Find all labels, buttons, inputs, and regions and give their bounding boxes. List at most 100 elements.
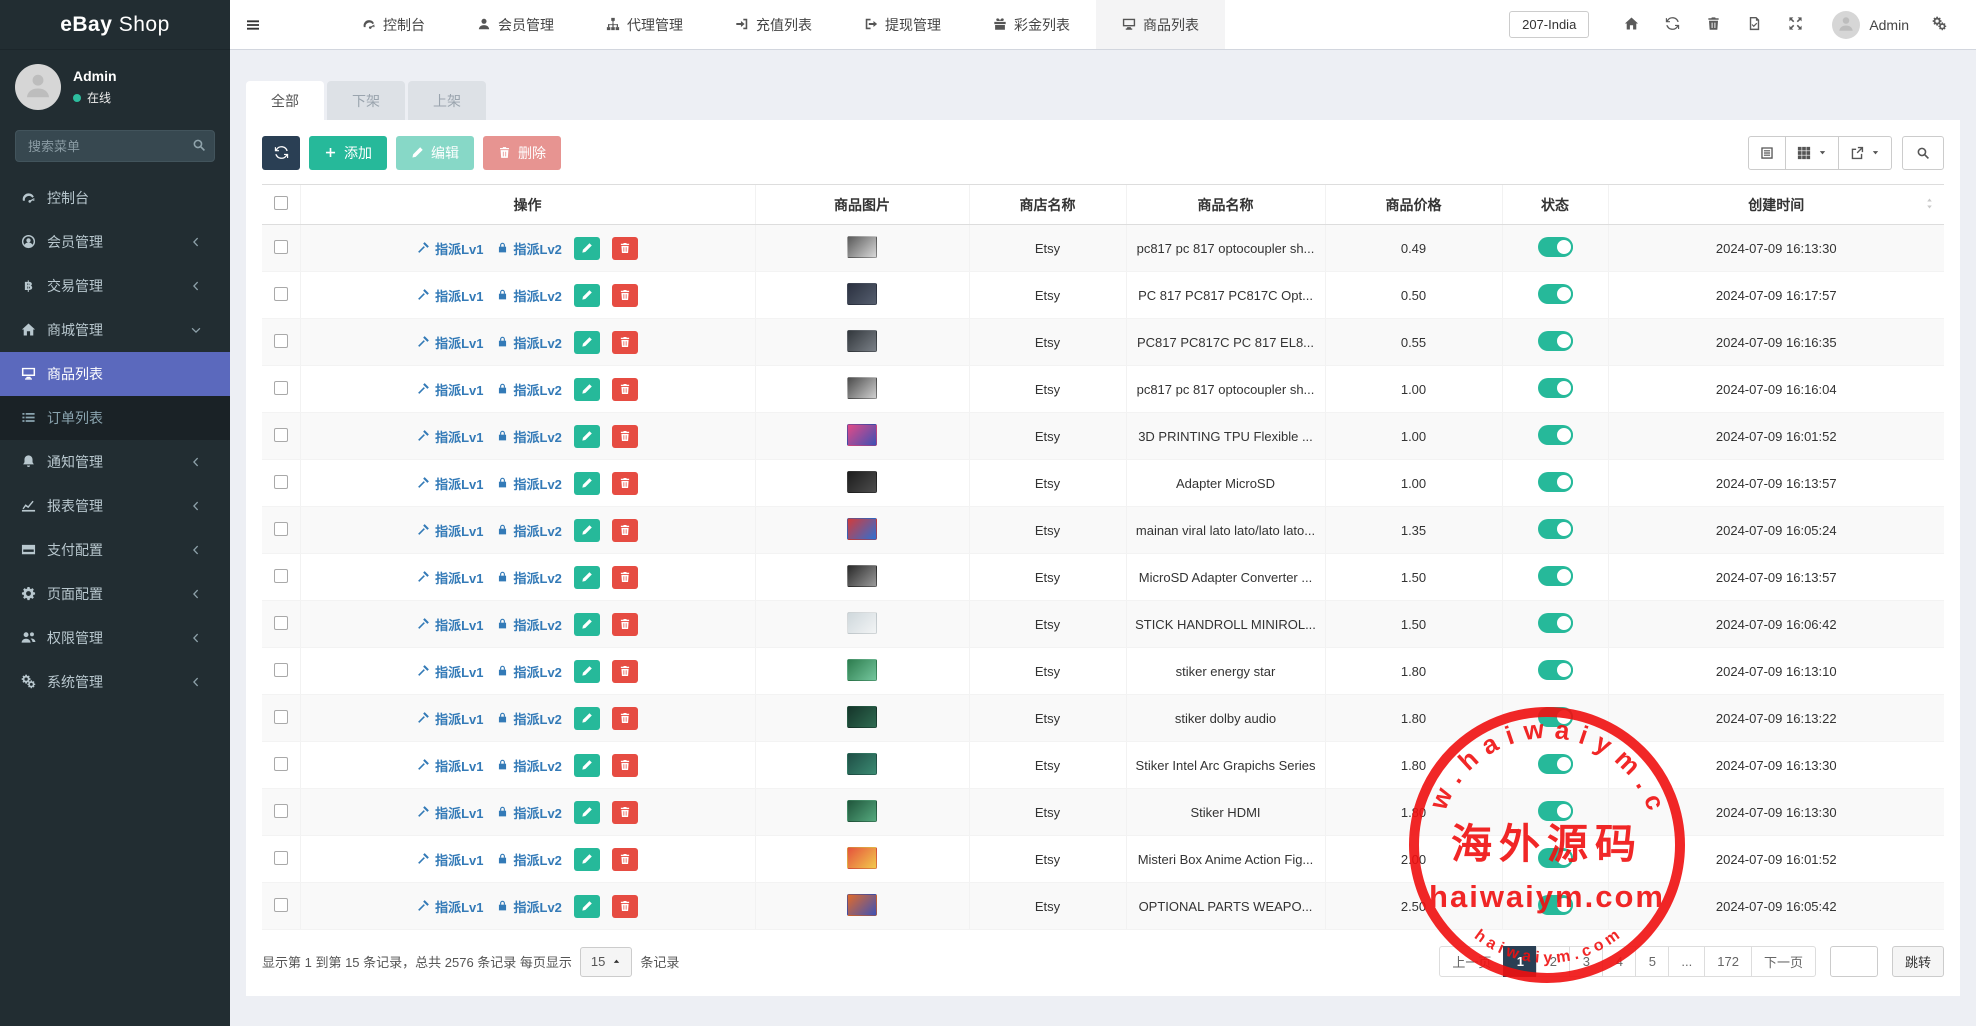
- page-button-8[interactable]: 下一页: [1751, 946, 1816, 977]
- sidebar-item-4[interactable]: 商品列表: [0, 352, 230, 396]
- sidebar-item-11[interactable]: 系统管理: [0, 660, 230, 704]
- sidebar-item-8[interactable]: 支付配置: [0, 528, 230, 572]
- topnav-item-0[interactable]: 控制台: [336, 0, 451, 49]
- row-edit-button[interactable]: [574, 895, 600, 918]
- assign-lv1-link[interactable]: 指派Lv1: [417, 756, 483, 775]
- row-checkbox[interactable]: [274, 569, 288, 583]
- row-edit-button[interactable]: [574, 754, 600, 777]
- product-thumbnail[interactable]: [847, 236, 877, 258]
- sidebar-item-7[interactable]: 报表管理: [0, 484, 230, 528]
- status-toggle[interactable]: [1538, 378, 1573, 398]
- row-delete-button[interactable]: [612, 895, 638, 918]
- row-checkbox[interactable]: [274, 522, 288, 536]
- sidebar-item-2[interactable]: ฿交易管理: [0, 264, 230, 308]
- sidebar-toggle-button[interactable]: [230, 0, 276, 49]
- assign-lv1-link[interactable]: 指派Lv1: [417, 662, 483, 681]
- assign-lv1-link[interactable]: 指派Lv1: [417, 380, 483, 399]
- edit-button[interactable]: 编辑: [396, 136, 474, 170]
- row-edit-button[interactable]: [574, 237, 600, 260]
- assign-lv1-link[interactable]: 指派Lv1: [417, 850, 483, 869]
- row-delete-button[interactable]: [612, 425, 638, 448]
- row-edit-button[interactable]: [574, 519, 600, 542]
- product-thumbnail[interactable]: [847, 894, 877, 916]
- columns-button[interactable]: [1786, 136, 1839, 170]
- product-thumbnail[interactable]: [847, 518, 877, 540]
- export-button[interactable]: [1839, 136, 1892, 170]
- product-thumbnail[interactable]: [847, 847, 877, 869]
- row-edit-button[interactable]: [574, 472, 600, 495]
- product-thumbnail[interactable]: [847, 424, 877, 446]
- assign-lv1-link[interactable]: 指派Lv1: [417, 709, 483, 728]
- status-toggle[interactable]: [1538, 519, 1573, 539]
- page-button-5[interactable]: 5: [1635, 946, 1669, 977]
- refresh-button[interactable]: [262, 136, 300, 170]
- row-edit-button[interactable]: [574, 378, 600, 401]
- page-button-6[interactable]: ...: [1668, 946, 1705, 977]
- topnav-item-2[interactable]: 代理管理: [580, 0, 709, 49]
- select-all-checkbox[interactable]: [274, 196, 288, 210]
- row-delete-button[interactable]: [612, 707, 638, 730]
- row-edit-button[interactable]: [574, 660, 600, 683]
- sidebar-item-6[interactable]: 通知管理: [0, 440, 230, 484]
- status-toggle[interactable]: [1538, 472, 1573, 492]
- row-checkbox[interactable]: [274, 851, 288, 865]
- product-thumbnail[interactable]: [847, 659, 877, 681]
- page-button-7[interactable]: 172: [1704, 946, 1752, 977]
- row-delete-button[interactable]: [612, 284, 638, 307]
- row-edit-button[interactable]: [574, 848, 600, 871]
- row-delete-button[interactable]: [612, 237, 638, 260]
- page-jump-button[interactable]: 跳转: [1892, 946, 1944, 977]
- assign-lv2-link[interactable]: 指派Lv2: [496, 239, 562, 258]
- assign-lv1-link[interactable]: 指派Lv1: [417, 803, 483, 822]
- page-button-2[interactable]: 2: [1536, 946, 1570, 977]
- row-delete-button[interactable]: [612, 660, 638, 683]
- status-toggle[interactable]: [1538, 284, 1573, 304]
- row-delete-button[interactable]: [612, 754, 638, 777]
- clear-doc-icon[interactable]: [1747, 16, 1762, 32]
- row-edit-button[interactable]: [574, 425, 600, 448]
- topnav-item-3[interactable]: 充值列表: [709, 0, 838, 49]
- add-button[interactable]: 添加: [309, 136, 387, 170]
- sort-icon[interactable]: [1923, 197, 1936, 210]
- sidebar-item-3[interactable]: 商城管理: [0, 308, 230, 352]
- detail-view-button[interactable]: [1748, 136, 1786, 170]
- row-edit-button[interactable]: [574, 707, 600, 730]
- row-checkbox[interactable]: [274, 334, 288, 348]
- assign-lv2-link[interactable]: 指派Lv2: [496, 756, 562, 775]
- row-edit-button[interactable]: [574, 331, 600, 354]
- status-toggle[interactable]: [1538, 848, 1573, 868]
- row-checkbox[interactable]: [274, 381, 288, 395]
- assign-lv2-link[interactable]: 指派Lv2: [496, 380, 562, 399]
- row-checkbox[interactable]: [274, 240, 288, 254]
- assign-lv1-link[interactable]: 指派Lv1: [417, 333, 483, 352]
- assign-lv2-link[interactable]: 指派Lv2: [496, 803, 562, 822]
- assign-lv2-link[interactable]: 指派Lv2: [496, 615, 562, 634]
- row-delete-button[interactable]: [612, 801, 638, 824]
- assign-lv2-link[interactable]: 指派Lv2: [496, 897, 562, 916]
- row-delete-button[interactable]: [612, 613, 638, 636]
- row-checkbox[interactable]: [274, 428, 288, 442]
- status-toggle[interactable]: [1538, 237, 1573, 257]
- product-thumbnail[interactable]: [847, 565, 877, 587]
- trash-icon[interactable]: [1706, 16, 1721, 32]
- topnav-item-1[interactable]: 会员管理: [451, 0, 580, 49]
- table-search-button[interactable]: [1902, 136, 1944, 170]
- row-edit-button[interactable]: [574, 284, 600, 307]
- assign-lv2-link[interactable]: 指派Lv2: [496, 333, 562, 352]
- row-delete-button[interactable]: [612, 566, 638, 589]
- assign-lv2-link[interactable]: 指派Lv2: [496, 474, 562, 493]
- row-checkbox[interactable]: [274, 804, 288, 818]
- status-toggle[interactable]: [1538, 613, 1573, 633]
- region-select[interactable]: 207-India: [1509, 11, 1589, 38]
- row-delete-button[interactable]: [612, 331, 638, 354]
- row-edit-button[interactable]: [574, 613, 600, 636]
- row-delete-button[interactable]: [612, 378, 638, 401]
- status-toggle[interactable]: [1538, 660, 1573, 680]
- sidebar-item-1[interactable]: 会员管理: [0, 220, 230, 264]
- row-checkbox[interactable]: [274, 663, 288, 677]
- assign-lv1-link[interactable]: 指派Lv1: [417, 427, 483, 446]
- sidebar-item-0[interactable]: 控制台: [0, 176, 230, 220]
- product-thumbnail[interactable]: [847, 753, 877, 775]
- assign-lv1-link[interactable]: 指派Lv1: [417, 521, 483, 540]
- status-toggle[interactable]: [1538, 425, 1573, 445]
